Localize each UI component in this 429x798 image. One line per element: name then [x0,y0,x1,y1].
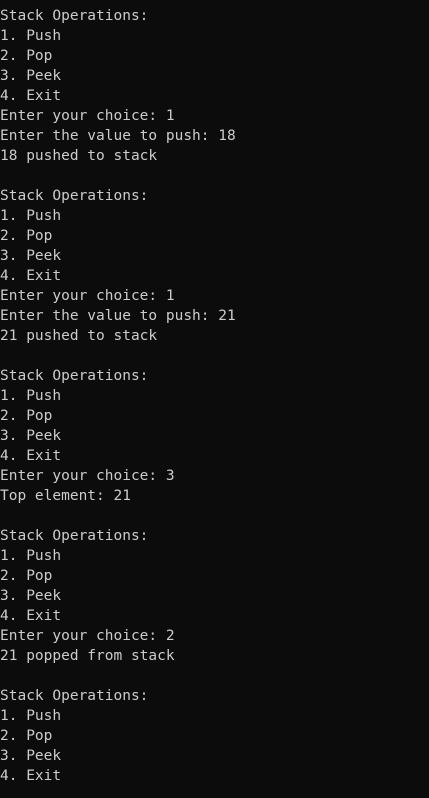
menu-option-exit: 4. Exit [0,88,62,104]
menu-option-push: 1. Push [0,28,62,44]
choice-prompt: Enter your choice: 1 [0,108,175,124]
menu-option-push: 1. Push [0,388,62,404]
choice-prompt: Enter your choice: 3 [0,468,175,484]
console-output[interactable]: Stack Operations: 1. Push 2. Pop 3. Peek… [0,0,429,798]
value-prompt: Enter the value to push: 18 [0,128,236,144]
menu-option-push: 1. Push [0,708,62,724]
value-prompt: Enter the value to push: 21 [0,308,236,324]
menu-title: Stack Operations: [0,188,149,204]
menu-option-peek: 3. Peek [0,588,62,604]
result-line: 18 pushed to stack [0,148,158,164]
menu-option-pop: 2. Pop [0,228,53,244]
menu-option-peek: 3. Peek [0,428,62,444]
menu-option-exit: 4. Exit [0,608,62,624]
menu-title: Stack Operations: [0,8,149,24]
menu-option-pop: 2. Pop [0,408,53,424]
menu-option-peek: 3. Peek [0,68,62,84]
choice-prompt: Enter your choice: 2 [0,628,175,644]
result-line: Top element: 21 [0,488,131,504]
menu-option-peek: 3. Peek [0,748,62,764]
menu-option-exit: 4. Exit [0,768,62,784]
menu-title: Stack Operations: [0,688,149,704]
menu-title: Stack Operations: [0,528,149,544]
menu-option-peek: 3. Peek [0,248,62,264]
choice-prompt: Enter your choice: 1 [0,288,175,304]
menu-option-exit: 4. Exit [0,268,62,284]
result-line: 21 popped from stack [0,648,175,664]
menu-title: Stack Operations: [0,368,149,384]
menu-option-push: 1. Push [0,208,62,224]
menu-option-pop: 2. Pop [0,48,53,64]
result-line: 21 pushed to stack [0,328,158,344]
menu-option-pop: 2. Pop [0,728,53,744]
menu-option-push: 1. Push [0,548,62,564]
menu-option-pop: 2. Pop [0,568,53,584]
menu-option-exit: 4. Exit [0,448,62,464]
